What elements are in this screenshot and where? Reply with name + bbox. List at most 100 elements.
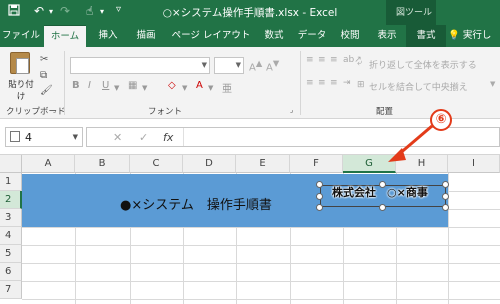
shape-icon bbox=[10, 131, 20, 142]
italic-icon[interactable]: I bbox=[88, 80, 91, 91]
row-header-2[interactable]: 2 bbox=[0, 191, 22, 209]
formula-bar: 4 ▼ ⋮ ✕ ✓ fx bbox=[0, 119, 500, 155]
row-header-5[interactable]: 5 bbox=[0, 245, 22, 263]
merge-center-button[interactable]: セルを結合して中央揃え bbox=[369, 80, 468, 93]
align-center-icon[interactable]: ≡ bbox=[318, 78, 326, 88]
cut-icon[interactable]: ✂ bbox=[40, 54, 48, 65]
tab-formulas[interactable]: 数式 bbox=[256, 25, 292, 47]
tab-insert[interactable]: 挿入 bbox=[90, 25, 126, 47]
gridline bbox=[22, 227, 500, 228]
column-header-c[interactable]: C bbox=[130, 155, 183, 173]
column-header-b[interactable]: B bbox=[75, 155, 130, 173]
paste-sheet-icon bbox=[16, 58, 29, 74]
chevron-down-icon[interactable]: ▼ bbox=[208, 84, 213, 92]
resize-handle[interactable] bbox=[316, 193, 323, 200]
group-label-clipboard: クリップボード bbox=[6, 107, 66, 117]
chevron-down-icon[interactable]: ▼ bbox=[490, 80, 495, 88]
tab-page-layout[interactable]: ページ レイアウト bbox=[166, 25, 256, 47]
resize-handle[interactable] bbox=[442, 204, 449, 211]
resize-handle[interactable] bbox=[316, 181, 323, 188]
font-size-box[interactable]: ▼ bbox=[214, 57, 244, 74]
borders-icon[interactable]: ▦ bbox=[128, 80, 137, 91]
copy-icon[interactable]: ⧉ bbox=[40, 70, 47, 81]
align-left-icon[interactable]: ≡ bbox=[306, 78, 314, 88]
lightbulb-icon: 💡 bbox=[448, 30, 460, 41]
align-middle-icon[interactable]: ≡ bbox=[318, 55, 326, 65]
chevron-down-icon[interactable]: ▼ bbox=[142, 84, 147, 92]
chevron-down-icon[interactable]: ▼ bbox=[182, 84, 187, 92]
chevron-down-icon[interactable]: ▼ bbox=[73, 133, 78, 141]
resize-handle[interactable] bbox=[379, 204, 386, 211]
enter-icon[interactable]: ✓ bbox=[139, 131, 148, 144]
paste-button[interactable]: 貼り付け bbox=[6, 52, 34, 102]
underline-icon[interactable]: U bbox=[102, 80, 109, 91]
gridline bbox=[448, 173, 449, 304]
font-color-icon[interactable]: A bbox=[196, 80, 203, 91]
font-launcher-icon[interactable]: ⌟ bbox=[290, 106, 293, 114]
row-header-7[interactable]: 7 bbox=[0, 281, 22, 299]
name-box[interactable]: 4 ▼ bbox=[5, 127, 83, 147]
indent-icon[interactable]: ⇥ bbox=[343, 78, 351, 88]
gridline bbox=[22, 263, 500, 264]
grow-font-icon[interactable]: A▲ bbox=[249, 58, 262, 73]
group-separator bbox=[300, 51, 301, 115]
align-right-icon[interactable]: ≡ bbox=[330, 78, 338, 88]
sheet-title: ●×システム 操作手順書 bbox=[120, 198, 272, 213]
tab-format[interactable]: 書式 bbox=[406, 25, 446, 47]
column-header-d[interactable]: D bbox=[183, 155, 236, 173]
column-header-g[interactable]: G bbox=[343, 155, 396, 173]
group-label-font: フォント bbox=[148, 107, 183, 117]
row-header-3[interactable]: 3 bbox=[0, 209, 22, 227]
tab-home[interactable]: ホーム bbox=[44, 25, 86, 47]
tab-view[interactable]: 表示 bbox=[370, 25, 404, 47]
column-header-i[interactable]: I bbox=[448, 155, 500, 173]
column-header-f[interactable]: F bbox=[290, 155, 343, 173]
group-label-alignment: 配置 bbox=[376, 107, 394, 117]
worksheet-grid: A B C D E F G H I 1 2 3 4 5 6 7 ●×システム 操… bbox=[0, 155, 500, 304]
tab-review[interactable]: 校閲 bbox=[332, 25, 368, 47]
clipboard-launcher-icon[interactable]: ⌟ bbox=[53, 106, 56, 114]
name-box-value: 4 bbox=[25, 131, 32, 144]
select-all-corner[interactable] bbox=[0, 155, 22, 173]
tab-file[interactable]: ファイル bbox=[0, 25, 42, 47]
column-header-e[interactable]: E bbox=[236, 155, 290, 173]
context-tab-group-label: 図ツール bbox=[386, 0, 436, 25]
gridline bbox=[22, 245, 500, 246]
merge-center-icon[interactable]: ⊞ bbox=[357, 80, 365, 90]
gridline bbox=[22, 299, 500, 300]
resize-handle[interactable] bbox=[442, 181, 449, 188]
phonetic-icon[interactable]: 亜 bbox=[222, 80, 232, 95]
ribbon-home: 貼り付け ✂ ⧉ 🖌 クリップボード ⌟ ▼ ▼ A▲ A▼ B I U ▼ ▦… bbox=[0, 47, 500, 119]
shrink-font-icon[interactable]: A▼ bbox=[266, 58, 279, 73]
font-name-box[interactable]: ▼ bbox=[70, 57, 210, 74]
resize-handle[interactable] bbox=[442, 193, 449, 200]
cancel-icon[interactable]: ✕ bbox=[113, 131, 122, 144]
tab-draw[interactable]: 描画 bbox=[128, 25, 164, 47]
chevron-down-icon: ▼ bbox=[235, 61, 241, 69]
wrap-text-button[interactable]: 折り返して全体を表示する bbox=[369, 58, 477, 71]
callout-number-badge: ⑥ bbox=[430, 109, 452, 131]
row-header-4[interactable]: 4 bbox=[0, 227, 22, 245]
row-header-1[interactable]: 1 bbox=[0, 173, 22, 191]
ribbon-tabs: ファイル ホーム 挿入 描画 ページ レイアウト 数式 データ 校閲 表示 書式… bbox=[0, 25, 500, 63]
resize-handle[interactable] bbox=[379, 181, 386, 188]
title-bar: ↶ ▾ ↷ ☝ ▾ ▿ ○×システム操作手順書.xlsx - Excel 図ツー… bbox=[0, 0, 500, 25]
insert-function-icon[interactable]: fx bbox=[163, 131, 173, 144]
wrap-text-icon[interactable]: ⤶ bbox=[357, 58, 362, 68]
chevron-down-icon: ▼ bbox=[201, 61, 207, 69]
format-painter-icon[interactable]: 🖌 bbox=[40, 85, 53, 96]
formula-input[interactable] bbox=[183, 128, 500, 146]
bold-icon[interactable]: B bbox=[72, 80, 80, 91]
align-bottom-icon[interactable]: ≡ bbox=[330, 55, 338, 65]
tell-me-box[interactable]: 💡 実行した bbox=[448, 25, 500, 63]
fill-color-icon[interactable]: ◇ bbox=[168, 80, 176, 91]
column-header-a[interactable]: A bbox=[22, 155, 75, 173]
row-header-6[interactable]: 6 bbox=[0, 263, 22, 281]
chevron-down-icon[interactable]: ▼ bbox=[114, 84, 119, 92]
resize-handle[interactable] bbox=[316, 204, 323, 211]
paste-label: 貼り付け bbox=[8, 80, 34, 102]
tab-data[interactable]: データ bbox=[294, 25, 330, 47]
align-top-icon[interactable]: ≡ bbox=[306, 55, 314, 65]
group-separator bbox=[64, 51, 65, 115]
column-header-h[interactable]: H bbox=[396, 155, 448, 173]
